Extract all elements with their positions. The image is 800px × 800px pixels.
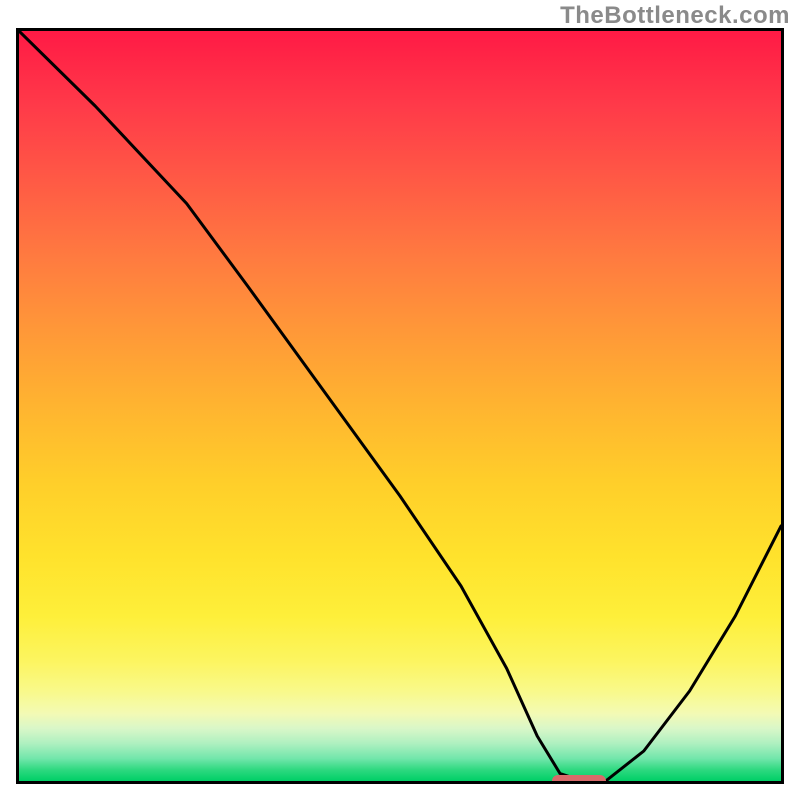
minimum-marker	[552, 775, 605, 784]
chart-container: TheBottleneck.com	[0, 0, 800, 800]
bottleneck-curve-path	[19, 31, 781, 781]
plot-frame	[16, 28, 784, 784]
watermark-text: TheBottleneck.com	[560, 2, 790, 30]
curve-svg	[19, 31, 781, 781]
